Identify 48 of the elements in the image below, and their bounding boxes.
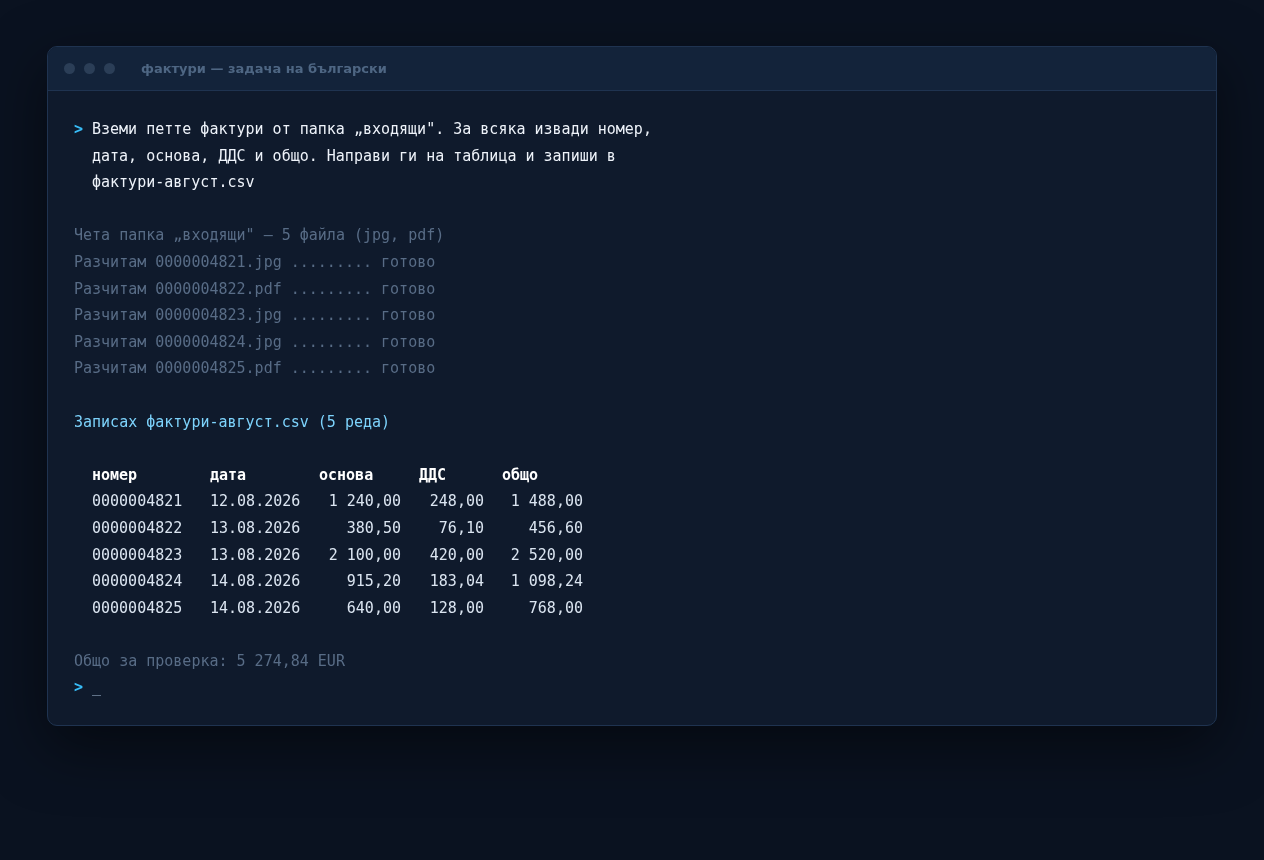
table-cell-text: 420,00 <box>428 544 484 566</box>
column-header: дата <box>210 464 248 486</box>
column-header: ДДС <box>418 464 448 486</box>
column-header: номер <box>92 464 139 486</box>
log-line: Разчитам 0000004824.jpg ......... готово <box>74 331 437 353</box>
table-cell-text: 128,00 <box>428 597 484 619</box>
prompt-symbol: > <box>74 119 85 140</box>
column-header: основа <box>319 464 375 486</box>
result-message: Записах фактури-август.csv (5 реда) <box>74 411 392 433</box>
log-line: Разчитам 0000004821.jpg ......... готово <box>74 251 437 273</box>
column-header: общо <box>501 464 540 486</box>
table-cell-text: 380,50 <box>345 517 401 539</box>
summary-line: Общо за проверка: 5 274,84 EUR <box>74 650 346 672</box>
table-cell-text: 2 520,00 <box>509 544 583 566</box>
window-title: фактури — задача на български <box>141 61 387 76</box>
table-cell-text: 1 240,00 <box>327 491 401 513</box>
table-cell-text: 1 098,24 <box>509 571 583 593</box>
table-cell-text: 1 488,00 <box>509 491 583 513</box>
prompt-text: Вземи петте фактури от папка „входящи". За всяка извади номер, <box>92 119 652 140</box>
log-line: Чета папка „входящи" — 5 файла (jpg, pdf) <box>74 225 446 247</box>
log-line: Разчитам 0000004825.pdf ......... готово <box>74 358 437 380</box>
prompt-text: дата, основа, ДДС и общо. Направи ги на таблица и запиши в <box>92 145 617 167</box>
table-cell-text: 640,00 <box>345 597 401 619</box>
log-line: Разчитам 0000004823.jpg ......... готово <box>74 305 437 327</box>
table-cell-text: 0000004824 <box>92 571 184 593</box>
table-cell-text: 13.08.2026 <box>210 517 302 539</box>
table-cell-text: 14.08.2026 <box>210 571 302 593</box>
table-cell-text: 0000004822 <box>92 517 184 539</box>
table-cell-text: 0000004823 <box>92 544 184 566</box>
text-cursor: _ <box>92 677 102 699</box>
table-cell-text: 12.08.2026 <box>210 491 302 513</box>
prompt-text: фактури-август.csv <box>92 172 256 194</box>
table-cell-text: 456,60 <box>527 517 583 539</box>
table-cell-text: 0000004825 <box>92 597 184 619</box>
table-cell-text: 2 100,00 <box>327 544 401 566</box>
window-dot-icon <box>84 63 95 74</box>
table-cell-text: 14.08.2026 <box>210 597 302 619</box>
table-cell-text: 13.08.2026 <box>210 544 302 566</box>
table-cell-text: 183,04 <box>428 571 484 593</box>
prompt-symbol: > <box>74 677 85 699</box>
table-cell-text: 915,20 <box>345 571 401 593</box>
table-cell-text: 0000004821 <box>92 491 184 513</box>
table-cell-text: 768,00 <box>527 597 583 619</box>
table-cell-text: 248,00 <box>428 491 484 513</box>
window-dot-icon <box>64 63 75 74</box>
log-line: Разчитам 0000004822.pdf ......... готово <box>74 278 437 300</box>
window-dot-icon <box>104 63 115 74</box>
table-cell-text: 76,10 <box>437 517 484 539</box>
